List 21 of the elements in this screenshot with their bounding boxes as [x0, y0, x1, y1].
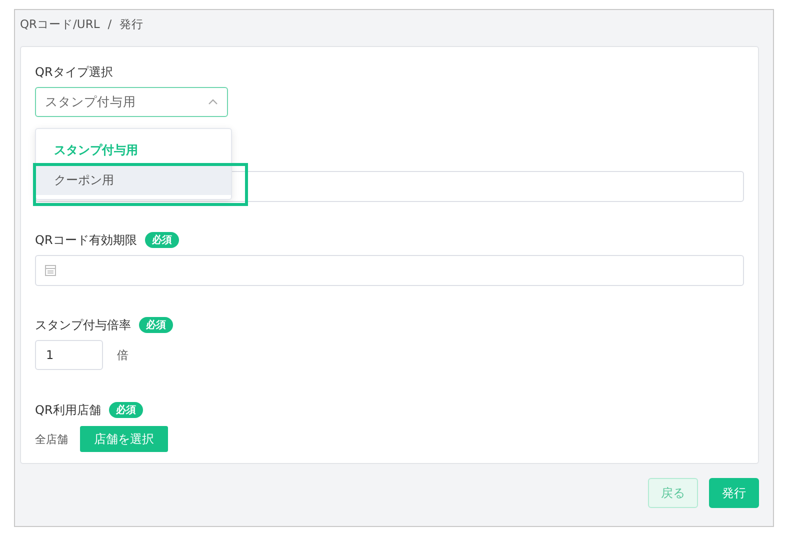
rate-input[interactable]: 1: [35, 340, 103, 370]
store-value: 全店舗: [35, 432, 68, 446]
breadcrumb-item: 発行: [120, 17, 144, 33]
required-badge: 必須: [144, 232, 179, 248]
field-label: QR利用店舗: [35, 402, 101, 418]
field-label: QRコード有効期限: [35, 232, 137, 248]
dropdown-option[interactable]: クーポン用: [36, 165, 231, 195]
unit-label: 倍: [117, 348, 129, 362]
select-stores-button[interactable]: 店舗を選択: [80, 426, 168, 452]
back-button[interactable]: 戻る: [648, 478, 698, 508]
breadcrumb-separator: /: [108, 17, 112, 33]
breadcrumb-item: QRコード/URL: [20, 17, 100, 33]
dropdown-option[interactable]: スタンプ付与用: [36, 135, 231, 165]
calendar-icon: [45, 265, 56, 276]
issue-button[interactable]: 発行: [709, 478, 759, 508]
field-label: QRタイプ選択: [35, 64, 113, 80]
required-badge: 必須: [139, 317, 173, 333]
required-badge: 必須: [108, 402, 143, 418]
field-label: スタンプ付与倍率: [35, 316, 131, 334]
type-select[interactable]: スタンプ付与用: [35, 87, 228, 117]
date-field[interactable]: [35, 255, 744, 286]
